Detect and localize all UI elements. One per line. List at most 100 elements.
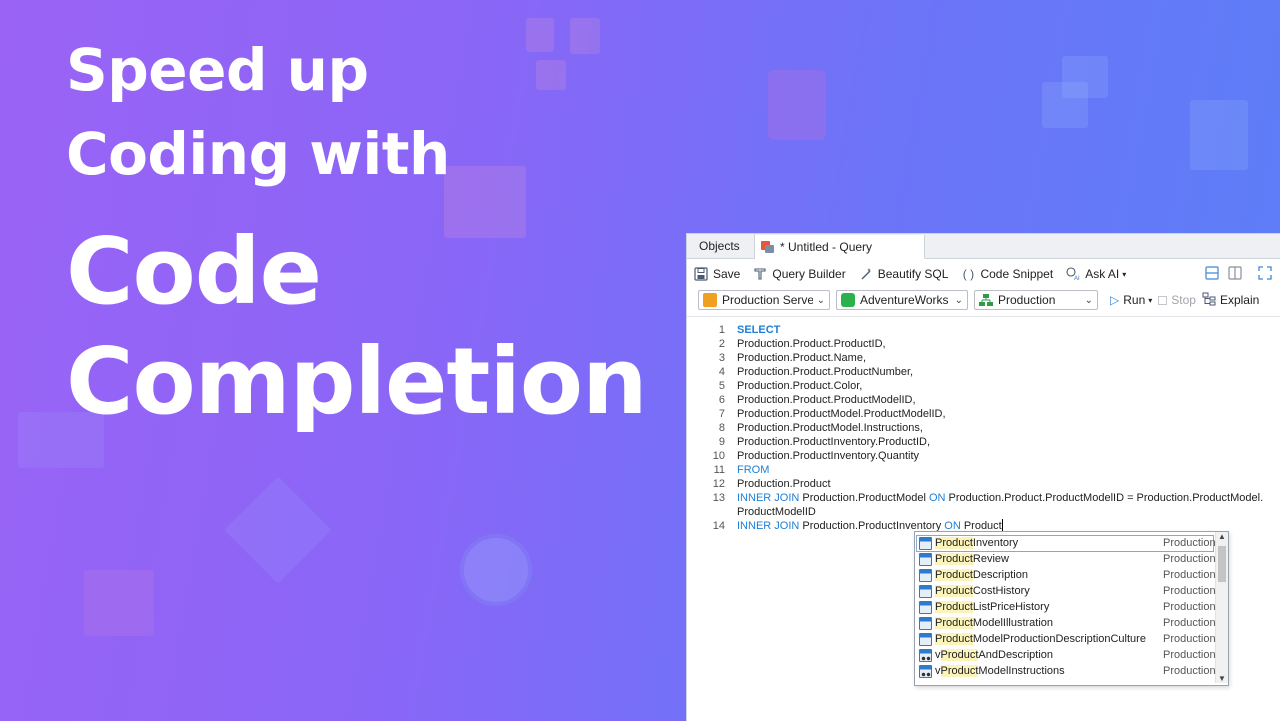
- completion-name: ModelIllustration: [972, 617, 1054, 629]
- tab-bar: Objects * Untitled - Query: [687, 234, 1280, 259]
- scroll-thumb[interactable]: [1218, 546, 1226, 582]
- completion-schema: Production: [1163, 537, 1216, 549]
- database-select[interactable]: AdventureWorks ⌄: [836, 290, 968, 310]
- line-number: 12: [712, 478, 725, 490]
- ask-ai-label: Ask AI: [1085, 267, 1120, 281]
- match-prefix: Product: [935, 617, 973, 629]
- code-text: ProductModelID: [737, 506, 816, 518]
- keyword-from: FROM: [737, 464, 770, 476]
- match-prefix: Product: [935, 633, 973, 645]
- completion-item[interactable]: vProductModelInstructions Production: [917, 664, 1216, 679]
- tab-query[interactable]: * Untitled - Query: [755, 235, 925, 259]
- completion-item[interactable]: ProductModelProductionDescriptionCulture…: [917, 632, 1216, 647]
- completion-item[interactable]: ProductDescription Production: [917, 568, 1216, 583]
- query-builder-button[interactable]: Query Builder: [752, 266, 846, 282]
- completion-item[interactable]: ProductInventory Production: [916, 535, 1216, 552]
- line-number: 4: [718, 366, 725, 378]
- completion-name: ModelInstructions: [978, 665, 1065, 677]
- ai-icon: AI: [1065, 266, 1081, 282]
- match-prefix: Product: [935, 601, 973, 613]
- query-tab-icon: [761, 240, 775, 253]
- explain-button[interactable]: Explain: [1202, 292, 1259, 309]
- database-value: AdventureWorks: [860, 293, 949, 307]
- completion-item[interactable]: vProductAndDescription Production: [917, 648, 1216, 663]
- code-completion-popup[interactable]: ProductInventory Production ProductReview…: [914, 531, 1229, 686]
- code-text: Production.ProductInventory.Quantity: [737, 450, 920, 462]
- completion-schema: Production: [1163, 617, 1216, 629]
- popup-scrollbar[interactable]: ▲ ▼: [1215, 532, 1228, 683]
- connection-select[interactable]: Production Server ⌄: [698, 290, 830, 310]
- database-icon: [841, 293, 855, 307]
- code-text: SELECT: [737, 323, 780, 337]
- chevron-down-icon: ⌄: [816, 294, 825, 306]
- line-number: 3: [718, 352, 725, 364]
- line-number: 11: [713, 464, 725, 476]
- completion-schema: Production: [1163, 633, 1216, 645]
- decor-shape: [536, 60, 566, 90]
- maximize-icon[interactable]: [1257, 265, 1273, 281]
- completion-name: Review: [972, 553, 1009, 565]
- beautify-sql-button[interactable]: Beautify SQL: [858, 266, 948, 282]
- completion-name: ListPriceHistory: [972, 601, 1050, 613]
- match-prefix: Product: [940, 665, 979, 677]
- line-number: 5: [718, 380, 725, 392]
- split-vertical-icon[interactable]: [1227, 265, 1243, 281]
- code-text: INNER JOIN Production.ProductModel ON Pr…: [737, 491, 1263, 505]
- split-horizontal-icon[interactable]: [1204, 265, 1220, 281]
- completion-item[interactable]: ProductReview Production: [917, 552, 1216, 567]
- code-text: Production.Product.ProductModelID,: [737, 394, 916, 406]
- view-icon: [919, 665, 932, 678]
- completion-schema: Production: [1163, 569, 1216, 581]
- headline-line-2: Coding with: [66, 120, 450, 188]
- completion-schema: Production: [1163, 665, 1216, 677]
- explain-icon: [1202, 292, 1216, 309]
- chevron-down-icon: ⌄: [1084, 294, 1093, 306]
- match-prefix: Product: [940, 649, 979, 661]
- tab-objects[interactable]: Objects: [687, 234, 755, 258]
- decor-shape: [526, 18, 554, 52]
- decor-shape: [224, 476, 332, 584]
- ask-ai-dropdown-icon: ▾: [1122, 269, 1127, 279]
- code-text: Production.ProductInventory.ProductID,: [737, 436, 931, 448]
- table-icon: [919, 617, 932, 630]
- play-icon: ▷: [1110, 293, 1120, 307]
- connection-value: Production Server: [722, 293, 813, 307]
- completion-name: AndDescription: [978, 649, 1054, 661]
- braces-icon: ( ): [962, 267, 975, 281]
- save-button[interactable]: Save: [693, 266, 740, 282]
- scroll-up-icon[interactable]: ▲: [1216, 532, 1228, 541]
- line-number: 13: [712, 492, 725, 504]
- ask-ai-button[interactable]: AI Ask AI ▾: [1065, 266, 1126, 282]
- tab-query-label: * Untitled - Query: [780, 239, 873, 254]
- completion-schema: Production: [1163, 601, 1216, 613]
- query-builder-icon: [752, 266, 768, 282]
- decor-shape: [570, 18, 600, 54]
- completion-name: Inventory: [972, 537, 1019, 549]
- decor-shape: [84, 570, 154, 636]
- save-label: Save: [713, 267, 741, 281]
- run-button[interactable]: ▷ Run ▾: [1110, 293, 1152, 307]
- table-icon: [919, 585, 932, 598]
- text-caret: [1001, 519, 1003, 531]
- headline-line-4: Completion: [66, 328, 648, 435]
- explain-label: Explain: [1219, 293, 1260, 307]
- completion-name-prefix: v: [935, 665, 941, 677]
- completion-item[interactable]: ProductCostHistory Production: [917, 584, 1216, 599]
- schema-select[interactable]: Production ⌄: [974, 290, 1098, 310]
- completion-name: CostHistory: [972, 585, 1030, 597]
- line-number: 7: [718, 408, 725, 420]
- code-text: Production.Product: [737, 478, 831, 490]
- scroll-down-icon[interactable]: ▼: [1216, 674, 1228, 683]
- view-icon: [919, 649, 932, 662]
- code-snippet-button[interactable]: ( ) Code Snippet: [960, 266, 1053, 282]
- stop-button[interactable]: Stop: [1158, 293, 1196, 307]
- line-number: 1: [718, 324, 725, 336]
- completion-name-prefix: v: [935, 649, 941, 661]
- code-snippet-label: Code Snippet: [980, 267, 1054, 281]
- completion-item[interactable]: ProductListPriceHistory Production: [917, 600, 1216, 615]
- main-toolbar: Save Query Builder Beautify SQL ( ) Code…: [687, 261, 1280, 287]
- code-text: Production.Product.Color,: [737, 380, 863, 392]
- line-number: 6: [718, 394, 725, 406]
- completion-item[interactable]: ProductModelIllustration Production: [917, 616, 1216, 631]
- code-fragment: Production.ProductModel: [799, 492, 929, 504]
